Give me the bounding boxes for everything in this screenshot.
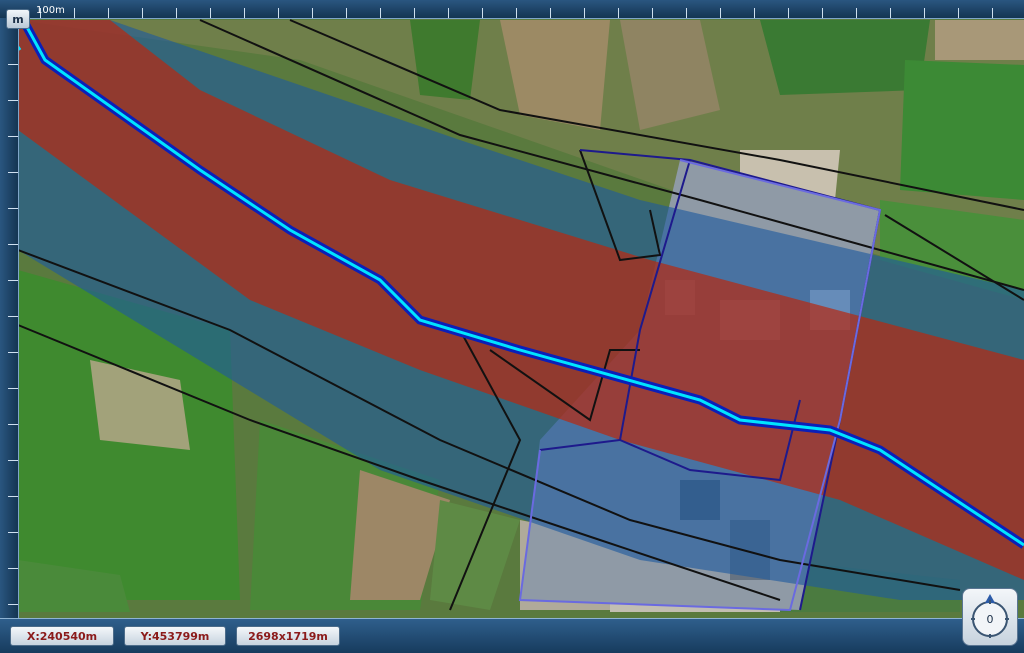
- ruler-tick: [686, 8, 687, 18]
- ruler-tick: [822, 8, 823, 18]
- compass-icon: 0: [971, 594, 1009, 638]
- scale-unit-button[interactable]: m: [6, 9, 30, 29]
- ruler-tick: [414, 8, 415, 18]
- map-viewport[interactable]: m 100m X:240540m Y:453799m 2698x1719m 0: [0, 0, 1024, 653]
- ruler-tick: [8, 172, 18, 173]
- ruler-tick: [8, 496, 18, 497]
- ruler-tick: [584, 8, 585, 18]
- ruler-tick: [312, 8, 313, 18]
- ruler-tick: [652, 8, 653, 18]
- ruler-tick: [856, 8, 857, 18]
- y-coordinate-display: Y:453799m: [124, 626, 226, 646]
- ruler-tick: [8, 208, 18, 209]
- ruler-tick: [8, 352, 18, 353]
- scale-label: 100m: [36, 5, 65, 16]
- ruler-tick: [8, 388, 18, 389]
- ruler-tick: [8, 604, 18, 605]
- ruler-tick: [346, 8, 347, 18]
- ruler-tick: [618, 8, 619, 18]
- ruler-tick: [8, 244, 18, 245]
- ruler-tick: [278, 8, 279, 18]
- ruler-tick: [142, 8, 143, 18]
- vertical-ruler: [0, 18, 19, 618]
- ruler-tick: [210, 8, 211, 18]
- ruler-tick: [958, 8, 959, 18]
- horizontal-ruler: [0, 0, 1024, 19]
- ruler-tick: [8, 424, 18, 425]
- ruler-tick: [8, 316, 18, 317]
- ruler-tick: [924, 8, 925, 18]
- ruler-tick: [244, 8, 245, 18]
- ruler-tick: [550, 8, 551, 18]
- ruler-tick: [992, 8, 993, 18]
- compass-heading: 0: [987, 613, 994, 626]
- satellite-map[interactable]: [0, 0, 1024, 653]
- ruler-tick: [890, 8, 891, 18]
- ruler-tick: [8, 532, 18, 533]
- ruler-tick: [448, 8, 449, 18]
- ruler-tick: [516, 8, 517, 18]
- ruler-tick: [482, 8, 483, 18]
- ruler-tick: [720, 8, 721, 18]
- ruler-tick: [8, 460, 18, 461]
- ruler-tick: [176, 8, 177, 18]
- ruler-tick: [788, 8, 789, 18]
- ruler-tick: [8, 100, 18, 101]
- ruler-tick: [8, 136, 18, 137]
- ruler-tick: [754, 8, 755, 18]
- ruler-tick: [108, 8, 109, 18]
- status-bar: X:240540m Y:453799m 2698x1719m: [0, 618, 1024, 653]
- compass-button[interactable]: 0: [962, 588, 1018, 646]
- x-coordinate-display: X:240540m: [10, 626, 114, 646]
- ruler-tick: [8, 568, 18, 569]
- ruler-tick: [74, 8, 75, 18]
- ruler-tick: [8, 64, 18, 65]
- extent-display: 2698x1719m: [236, 626, 340, 646]
- ruler-tick: [8, 280, 18, 281]
- ruler-tick: [380, 8, 381, 18]
